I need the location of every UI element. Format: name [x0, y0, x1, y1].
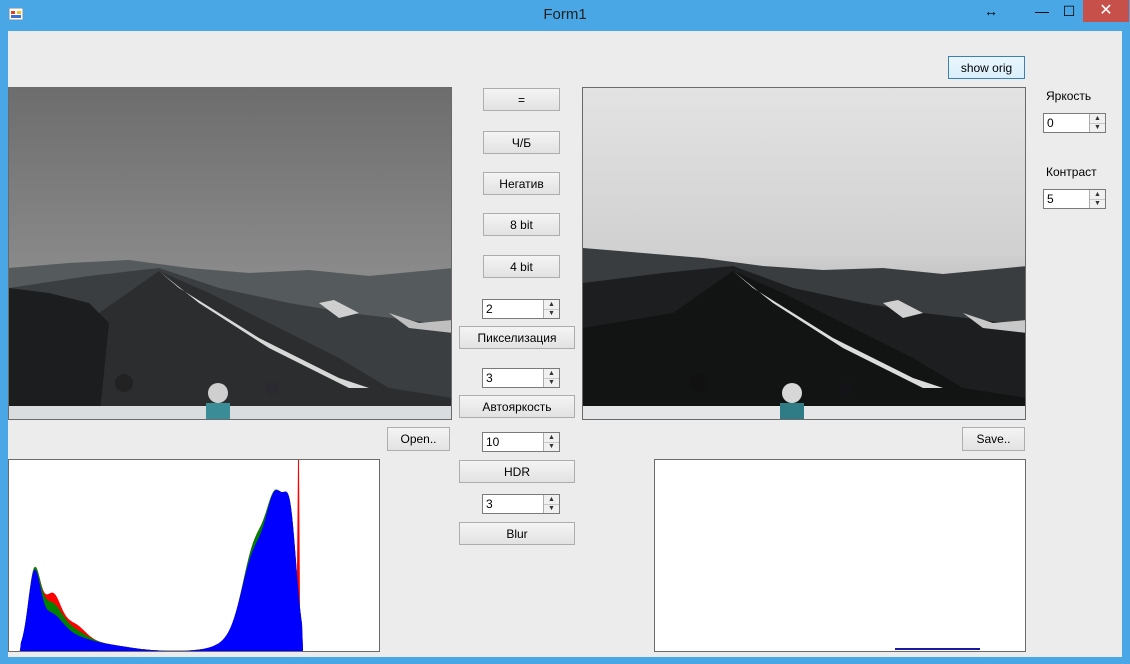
blur-button[interactable]: Blur	[459, 522, 575, 545]
histogram-original	[8, 459, 380, 652]
autobright-value: 3	[486, 371, 493, 385]
contrast-label: Контраст	[1046, 165, 1097, 179]
spin-down-icon[interactable]: ▼	[1090, 199, 1105, 208]
pixel-size-value: 2	[486, 302, 493, 316]
title-bar: Form1 ↔ — ☐ ✕	[0, 0, 1130, 30]
contrast-value: 5	[1047, 192, 1054, 206]
maximize-button[interactable]: ☐	[1056, 0, 1082, 22]
show-original-button[interactable]: show orig	[948, 56, 1025, 79]
close-button[interactable]: ✕	[1083, 0, 1129, 22]
original-image	[8, 87, 452, 420]
pixel-size-stepper[interactable]: 2 ▲ ▼	[482, 299, 560, 319]
blur-stepper[interactable]: 3 ▲ ▼	[482, 494, 560, 514]
hdr-stepper[interactable]: 10 ▲ ▼	[482, 432, 560, 452]
autobrightness-button[interactable]: Автояркость	[459, 395, 575, 418]
save-button[interactable]: Save..	[962, 427, 1025, 451]
histogram-processed-trace	[895, 648, 980, 650]
spin-down-icon[interactable]: ▼	[544, 309, 559, 318]
open-button[interactable]: Open..	[387, 427, 450, 451]
blur-value: 3	[486, 497, 493, 511]
equals-button[interactable]: =	[483, 88, 560, 111]
spin-down-icon[interactable]: ▼	[544, 504, 559, 513]
histogram-blue-channel	[9, 490, 379, 651]
8bit-button[interactable]: 8 bit	[483, 213, 560, 236]
spin-down-icon[interactable]: ▼	[1090, 123, 1105, 132]
minimize-button[interactable]: —	[1029, 0, 1055, 22]
brightness-label: Яркость	[1046, 89, 1092, 103]
brightness-value: 0	[1047, 116, 1054, 130]
processed-image	[582, 87, 1026, 420]
histogram-processed	[654, 459, 1026, 652]
hdr-button[interactable]: HDR	[459, 460, 575, 483]
contrast-stepper[interactable]: 5 ▲ ▼	[1043, 189, 1106, 209]
spin-down-icon[interactable]: ▼	[544, 442, 559, 451]
brightness-stepper[interactable]: 0 ▲ ▼	[1043, 113, 1106, 133]
form-client-area: show orig = Ч/Б Негатив 8 bit 4 bit 2 ▲ ▼…	[8, 31, 1122, 657]
spin-down-icon[interactable]: ▼	[544, 378, 559, 387]
resize-icon[interactable]: ↔	[980, 0, 1002, 22]
hdr-value: 10	[486, 435, 500, 449]
4bit-button[interactable]: 4 bit	[483, 255, 560, 278]
autobright-stepper[interactable]: 3 ▲ ▼	[482, 368, 560, 388]
pixelization-button[interactable]: Пикселизация	[459, 326, 575, 349]
window-title: Form1	[543, 6, 587, 23]
bw-button[interactable]: Ч/Б	[483, 131, 560, 154]
negative-button[interactable]: Негатив	[483, 172, 560, 195]
